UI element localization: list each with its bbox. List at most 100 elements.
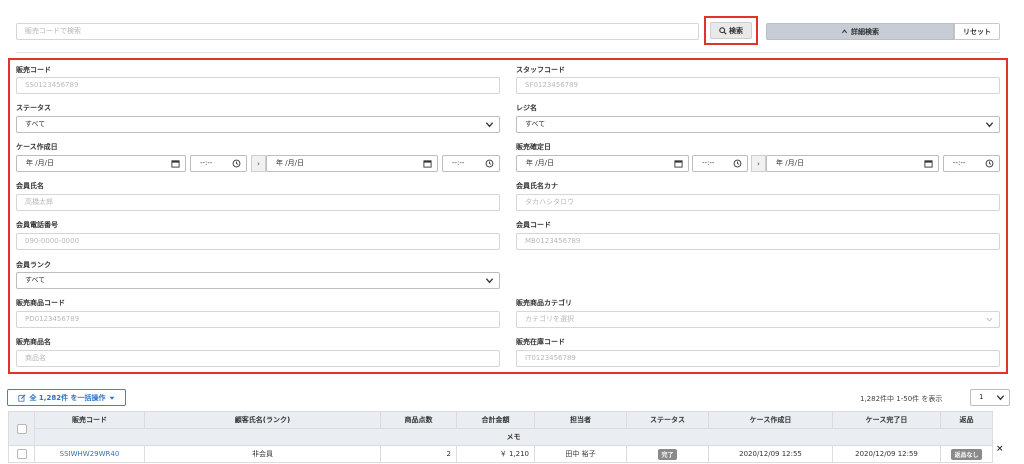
status-select[interactable]: すべて (16, 116, 500, 133)
time-from-value: --:-- (702, 159, 715, 167)
product-code-input[interactable]: PD0123456789 (16, 311, 500, 328)
sales-confirmed-time-to[interactable]: --:-- (943, 155, 1000, 172)
product-category-label: 販売商品カテゴリ (516, 299, 572, 307)
calendar-icon (924, 160, 933, 168)
row-checkbox[interactable] (16, 449, 27, 459)
case-created-time-to[interactable]: --:-- (442, 155, 500, 172)
page-select[interactable]: 1 (970, 389, 1010, 406)
cell-created: 2020/12/09 12:55 (708, 445, 833, 463)
product-category-placeholder: カテゴリを選択 (525, 315, 574, 323)
advanced-search-button[interactable]: 詳細検索 (766, 23, 954, 40)
member-rank-select[interactable]: すべて (16, 272, 500, 289)
calendar-icon (171, 160, 180, 168)
col-status[interactable]: ステータス (626, 411, 709, 429)
member-name-input[interactable]: 高橋太郎 (16, 194, 500, 211)
sales-code-link[interactable]: SSIWHW29WR40 (60, 450, 120, 458)
product-name-label: 販売商品名 (16, 338, 51, 346)
sales-confirmed-date-from[interactable]: 年 /月/日 (516, 155, 689, 172)
cell-customer: 非会員 (144, 445, 381, 463)
search-icon (719, 26, 727, 35)
result-count: 1,282件中 1-50件 を表示 (860, 395, 943, 403)
register-select-value: すべて (525, 120, 546, 128)
clock-icon (733, 159, 742, 168)
case-created-date-to[interactable]: 年 /月/日 (266, 155, 438, 172)
product-category-select[interactable]: カテゴリを選択 (516, 311, 1000, 328)
divider (16, 52, 1000, 53)
cell-completed: 2020/12/09 12:59 (832, 445, 941, 463)
select-all-checkbox[interactable] (16, 423, 27, 434)
stock-code-input[interactable]: IT0123456789 (516, 350, 1000, 367)
member-phone-label: 会員電話番号 (16, 221, 58, 229)
return-badge: 返品なし (951, 448, 982, 460)
case-created-date-from[interactable]: 年 /月/日 (16, 155, 186, 172)
col-created[interactable]: ケース作成日 (708, 411, 833, 429)
member-kana-input[interactable]: タカハシタロウ (516, 194, 1000, 211)
date-to-value: 年 /月/日 (776, 159, 804, 167)
register-select[interactable]: すべて (516, 116, 1000, 133)
date-from-value: 年 /月/日 (526, 159, 554, 167)
clock-icon (985, 159, 994, 168)
col-qty[interactable]: 商品点数 (380, 411, 457, 429)
staff-code-input[interactable]: SF0123456789 (516, 77, 1000, 94)
case-created-label: ケース作成日 (16, 143, 58, 151)
sales-code-search-input[interactable]: 販売コードで検索 (16, 23, 699, 40)
bulk-action-label: 全 1,282件 を一括操作 (29, 393, 106, 402)
range-arrow: › (751, 155, 766, 172)
status-badge: 完了 (658, 448, 677, 460)
sales-confirmed-time-from[interactable]: --:-- (692, 155, 748, 172)
calendar-icon (423, 160, 432, 168)
calendar-icon (674, 160, 683, 168)
clock-icon (485, 159, 494, 168)
col-completed[interactable]: ケース完了日 (832, 411, 941, 429)
chevron-down-icon (485, 278, 494, 284)
chevron-up-icon (841, 29, 848, 34)
cell-staff: 田中 裕子 (534, 445, 627, 463)
cell-status: 完了 (626, 445, 709, 463)
case-created-time-from[interactable]: --:-- (190, 155, 247, 172)
time-from-value: --:-- (200, 159, 213, 167)
col-memo: メモ (34, 428, 993, 446)
cell-sales-code: SSIWHW29WR40 (34, 445, 145, 463)
col-total[interactable]: 合計金額 (456, 411, 535, 429)
table-row[interactable]: SSIWHW29WR40 非会員 2 ￥ 1,210 田中 裕子 完了 2020… (8, 445, 993, 463)
chevron-down-icon (485, 122, 494, 128)
time-to-value: --:-- (452, 159, 465, 167)
search-button-label: 検索 (729, 26, 743, 35)
clock-icon (232, 159, 241, 168)
staff-code-label: スタッフコード (516, 66, 565, 74)
product-code-label: 販売商品コード (16, 299, 65, 307)
chevron-down-icon (996, 395, 1005, 401)
register-label: レジ名 (516, 104, 537, 112)
col-sales-code[interactable]: 販売コード (34, 411, 145, 429)
status-label: ステータス (16, 104, 51, 112)
range-arrow-glyph: › (257, 159, 260, 168)
row-close-icon[interactable]: × (996, 444, 1004, 454)
reset-button[interactable]: リセット (954, 23, 1000, 40)
page-select-value: 1 (979, 393, 984, 401)
search-button-highlight: 検索 (704, 16, 758, 45)
member-rank-label: 会員ランク (16, 261, 51, 269)
status-select-value: すべて (25, 120, 46, 128)
col-return[interactable]: 返品 (940, 411, 993, 429)
chevron-down-icon (985, 122, 994, 128)
time-to-value: --:-- (953, 159, 966, 167)
memo-header-row: メモ (9, 428, 993, 446)
search-button[interactable]: 検索 (710, 22, 752, 39)
bulk-action-button[interactable]: 全 1,282件 を一括操作 (7, 389, 126, 406)
caret-down-icon (109, 396, 114, 400)
product-name-input[interactable]: 商品名 (16, 350, 500, 367)
cell-total: ￥ 1,210 (456, 445, 535, 463)
sales-confirmed-date-to[interactable]: 年 /月/日 (766, 155, 939, 172)
date-from-value: 年 /月/日 (26, 159, 54, 167)
member-phone-input[interactable]: 090-0000-0000 (16, 233, 500, 250)
table-header-row: 販売コード 顧客氏名(ランク) 商品点数 合計金額 担当者 ステータス ケース作… (8, 411, 993, 446)
member-rank-select-value: すべて (25, 276, 46, 284)
col-staff[interactable]: 担当者 (534, 411, 627, 429)
edit-icon (18, 393, 27, 402)
member-code-input[interactable]: MB0123456789 (516, 233, 1000, 250)
col-customer[interactable]: 顧客氏名(ランク) (144, 411, 381, 429)
reset-label: リセット (963, 27, 991, 36)
range-arrow: › (251, 155, 266, 172)
sales-code-input[interactable]: SS0123456789 (16, 77, 500, 94)
sales-code-label: 販売コード (16, 66, 51, 74)
